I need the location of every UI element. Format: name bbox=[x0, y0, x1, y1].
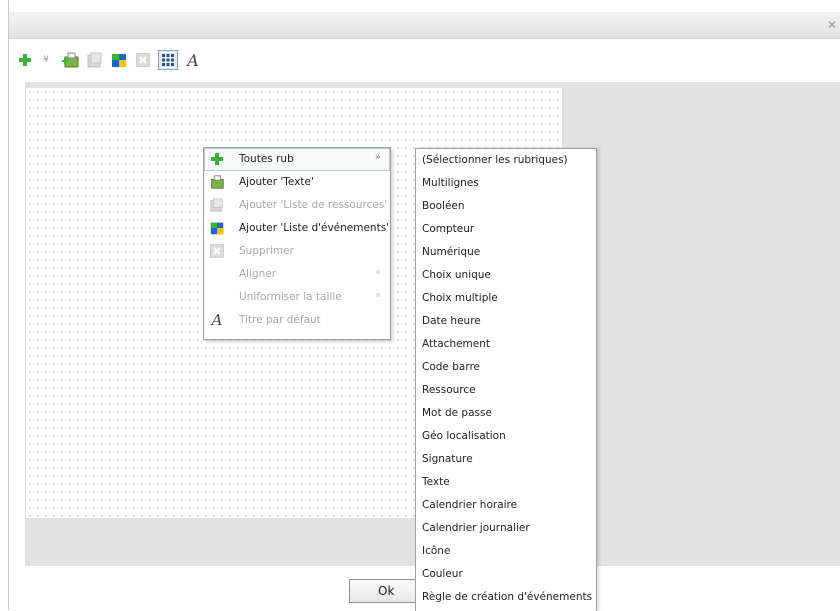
submenu-item-barcode[interactable]: Code barre bbox=[416, 356, 596, 379]
grid-icon bbox=[162, 54, 174, 66]
submenu-item-password[interactable]: Mot de passe bbox=[416, 402, 596, 425]
menu-item-align: Aligner » bbox=[204, 263, 390, 286]
submenu-item-geolocation[interactable]: Géo localisation bbox=[416, 425, 596, 448]
menu-item-default-title: A Titre par défaut bbox=[204, 309, 390, 332]
submenu-item-counter[interactable]: Compteur bbox=[416, 218, 596, 241]
submenu-arrow-icon: » bbox=[374, 290, 381, 301]
submenu-item-boolean[interactable]: Booléen bbox=[416, 195, 596, 218]
submenu-item-single-choice[interactable]: Choix unique bbox=[416, 264, 596, 287]
submenu-item-icon[interactable]: Icône bbox=[416, 540, 596, 563]
grid-toggle-button[interactable] bbox=[158, 50, 178, 70]
submenu-item-text[interactable]: Texte bbox=[416, 471, 596, 494]
add-event-list-icon bbox=[112, 54, 126, 67]
menu-item-uniform-size: Uniformiser la taille » bbox=[204, 286, 390, 309]
submenu-item-multiple-choice[interactable]: Choix multiple bbox=[416, 287, 596, 310]
add-text-icon bbox=[62, 52, 79, 68]
menu-item-delete: Supprimer bbox=[204, 240, 390, 263]
submenu-item-attachment[interactable]: Attachement bbox=[416, 333, 596, 356]
submenu-item-select-fields[interactable]: (Sélectionner les rubriques) bbox=[416, 149, 596, 172]
italic-title-icon: A bbox=[187, 50, 199, 70]
submenu-item-daily-calendar[interactable]: Calendrier journalier bbox=[416, 517, 596, 540]
menu-item-label: Ajouter 'Texte' bbox=[239, 176, 314, 188]
add-icon bbox=[19, 54, 31, 66]
delete-icon bbox=[209, 243, 225, 259]
submenu-item-numeric[interactable]: Numérique bbox=[416, 241, 596, 264]
add-field-dropdown[interactable]: ¥ bbox=[40, 51, 52, 69]
add-text-button[interactable] bbox=[62, 51, 80, 69]
submenu-item-signature[interactable]: Signature bbox=[416, 448, 596, 471]
menu-item-all-fields[interactable]: Toutes rub » bbox=[204, 148, 390, 171]
menu-item-label: Aligner bbox=[239, 268, 277, 280]
menu-item-label: Ajouter 'Liste de ressources' bbox=[239, 199, 388, 211]
menu-item-label: Uniformiser la taille bbox=[239, 291, 342, 303]
context-menu: Toutes rub » Ajouter 'Texte' Ajouter 'Li… bbox=[203, 147, 391, 340]
menu-item-label: Toutes rub bbox=[239, 153, 294, 165]
menu-item-label: Ajouter 'Liste d'événements' bbox=[239, 222, 390, 234]
menu-item-label: Titre par défaut bbox=[239, 314, 321, 326]
submenu-item-date-time[interactable]: Date heure bbox=[416, 310, 596, 333]
add-event-list-button[interactable] bbox=[110, 51, 128, 69]
submenu-arrow-icon: » bbox=[374, 152, 381, 163]
submenu-item-resource[interactable]: Ressource bbox=[416, 379, 596, 402]
delete-button bbox=[134, 51, 152, 69]
submenu-arrow-icon: » bbox=[374, 267, 381, 278]
italic-title-icon: A bbox=[211, 311, 223, 329]
dropdown-arrow-icon: ¥ bbox=[43, 55, 49, 65]
add-resource-list-icon bbox=[87, 52, 102, 68]
submenu-item-color[interactable]: Couleur bbox=[416, 563, 596, 586]
add-icon bbox=[209, 151, 225, 167]
submenu-item-multiline[interactable]: Multilignes bbox=[416, 172, 596, 195]
menu-item-label: Supprimer bbox=[239, 245, 294, 257]
add-event-list-icon bbox=[209, 220, 225, 236]
close-icon[interactable]: ✕ bbox=[827, 18, 837, 32]
submenu-item-hourly-calendar[interactable]: Calendrier horaire bbox=[416, 494, 596, 517]
add-resource-list-button bbox=[86, 51, 104, 69]
submenu-item-event-creation-rule[interactable]: Règle de création d'événements bbox=[416, 586, 596, 609]
menu-item-add-event-list[interactable]: Ajouter 'Liste d'événements' bbox=[204, 217, 390, 240]
add-field-button[interactable] bbox=[16, 51, 34, 69]
default-title-button[interactable]: A bbox=[184, 50, 202, 70]
dialog-title-bar: ✕ bbox=[9, 12, 840, 39]
menu-item-add-text[interactable]: Ajouter 'Texte' bbox=[204, 171, 390, 194]
add-resource-list-icon bbox=[209, 197, 225, 213]
menu-item-add-resource-list: Ajouter 'Liste de ressources' bbox=[204, 194, 390, 217]
delete-icon bbox=[136, 53, 150, 67]
toolbar: ¥ A bbox=[16, 50, 208, 70]
field-type-submenu: (Sélectionner les rubriques) Multilignes… bbox=[415, 148, 597, 611]
add-text-icon bbox=[209, 174, 225, 190]
